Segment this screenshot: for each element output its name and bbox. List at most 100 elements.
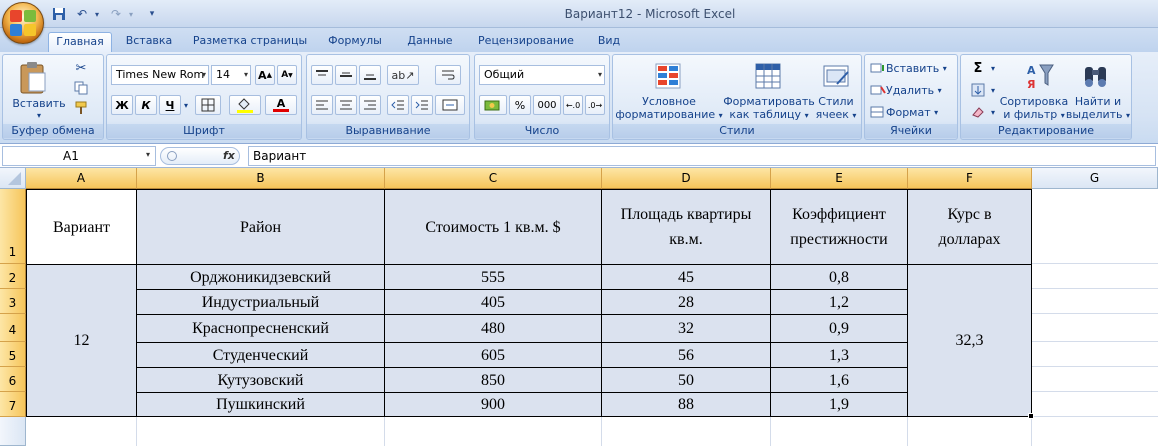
cell-a1[interactable]: Вариант [27,190,137,265]
find-select-dropdown-icon[interactable]: ▾ [1126,111,1130,120]
row-header-2[interactable]: 2 [0,264,26,289]
percent-button[interactable]: % [509,95,531,115]
table-cell[interactable]: 0,8 [771,265,908,290]
table-cell[interactable]: 605 [385,343,602,368]
decrease-indent-icon[interactable] [387,95,409,115]
table-cell[interactable]: 88 [602,393,771,417]
font-size-dropdown-icon[interactable]: ▾ [244,66,248,84]
table-cell[interactable]: Кутузовский [137,368,385,393]
name-box[interactable]: A1 [2,146,156,166]
sort-filter-icon[interactable]: АЯ [1023,59,1057,93]
format-painter-icon[interactable] [71,99,91,117]
cell-f2-merged[interactable]: 32,3 [908,265,1032,417]
merge-center-icon[interactable] [435,95,465,115]
increase-indent-icon[interactable] [411,95,433,115]
find-select-label-1[interactable]: Найти и [1065,95,1131,108]
tab-data[interactable]: Данные [400,32,460,52]
conditional-formatting-button[interactable]: форматирование ▾ [615,108,723,122]
underline-dropdown-icon[interactable]: ▾ [181,95,191,115]
delete-cells-dropdown-icon[interactable]: ▾ [938,86,942,95]
fill-dropdown-icon[interactable]: ▾ [989,81,997,99]
cell-styles-button[interactable]: ячеек ▾ [811,108,861,122]
table-cell[interactable]: 32 [602,315,771,343]
expand-formula-icon[interactable] [167,151,177,161]
table-cell[interactable]: 555 [385,265,602,290]
tab-formulas[interactable]: Формулы [322,32,388,52]
number-format-dropdown-icon[interactable]: ▾ [598,66,602,84]
cell-styles-icon[interactable] [819,59,853,93]
table-cell[interactable]: Пушкинский [137,393,385,417]
column-header-f[interactable]: F [908,168,1032,189]
tab-home[interactable]: Главная [48,32,112,53]
cell-e1[interactable]: Коэффициент престижности [771,190,908,265]
font-name-dropdown-icon[interactable]: ▾ [202,66,206,84]
cut-icon[interactable]: ✂ [71,59,91,77]
worksheet-grid[interactable]: A B C D E F G 1 2 3 4 5 6 7 Вариант Райо… [0,168,1158,446]
grow-font-icon[interactable]: A ▲ [255,65,275,85]
row-header-7[interactable]: 7 [0,392,26,417]
table-cell[interactable]: 1,2 [771,290,908,315]
tab-page-layout[interactable]: Разметка страницы [190,32,310,52]
table-cell[interactable]: 405 [385,290,602,315]
paste-icon[interactable] [13,59,53,97]
copy-icon[interactable] [71,79,91,97]
cell-b1[interactable]: Район [137,190,385,265]
format-as-table-button[interactable]: как таблицу ▾ [721,108,817,122]
conditional-formatting-label-1[interactable]: Условное [621,95,717,108]
row-header-3[interactable]: 3 [0,289,26,314]
formula-input[interactable]: Вариант [248,146,1156,166]
column-header-a[interactable]: A [26,168,137,189]
fill-icon[interactable] [965,81,991,99]
table-cell[interactable]: Орджоникидзевский [137,265,385,290]
row-header-1[interactable]: 1 [0,189,26,264]
table-cell[interactable]: Краснопресненский [137,315,385,343]
tab-insert[interactable]: Вставка [120,32,178,52]
sort-filter-button[interactable]: и фильтр ▾ [997,108,1071,122]
cell-styles-label-1[interactable]: Стили [811,95,861,108]
number-format-combo[interactable]: Общий ▾ [479,65,605,85]
column-header-c[interactable]: C [385,168,602,189]
clear-icon[interactable] [965,103,991,121]
clear-dropdown-icon[interactable]: ▾ [989,103,997,121]
paste-dropdown-icon[interactable]: ▾ [9,109,69,122]
borders-icon[interactable] [195,95,221,115]
office-button[interactable] [2,2,44,44]
table-cell[interactable]: 0,9 [771,315,908,343]
table-cell[interactable]: Студенческий [137,343,385,368]
sort-filter-label-1[interactable]: Сортировка [997,95,1071,108]
align-right-icon[interactable] [359,95,381,115]
underline-button[interactable]: Ч [159,95,181,115]
align-middle-icon[interactable] [335,65,357,85]
column-header-d[interactable]: D [602,168,771,189]
shrink-font-icon[interactable]: A ▼ [277,65,297,85]
column-header-b[interactable]: B [137,168,385,189]
align-top-icon[interactable] [311,65,333,85]
tab-view[interactable]: Вид [592,32,626,52]
increase-decimal-icon[interactable]: ←.0 [563,95,583,115]
format-cells-button[interactable]: Формат ▾ [869,103,955,121]
table-cell[interactable]: 1,3 [771,343,908,368]
thousands-button[interactable]: 000 [533,95,561,115]
orientation-icon[interactable]: ab↗ [387,65,419,85]
format-as-table-label-1[interactable]: Форматировать [721,95,817,108]
cell-f1[interactable]: Курс в долларах [908,190,1032,265]
delete-cells-button[interactable]: Удалить ▾ [869,81,955,99]
row-header-4[interactable]: 4 [0,314,26,342]
font-size-combo[interactable]: 14 ▾ [211,65,251,85]
wrap-text-icon[interactable] [435,65,461,85]
format-cells-dropdown-icon[interactable]: ▾ [934,108,938,117]
name-box-dropdown-icon[interactable]: ▾ [146,150,150,159]
align-bottom-icon[interactable] [359,65,381,85]
tab-review[interactable]: Рецензирование [472,32,580,52]
table-cell[interactable]: Индустриальный [137,290,385,315]
currency-icon[interactable] [479,95,507,115]
cell-a2-merged[interactable]: 12 [27,265,137,417]
italic-button[interactable]: К [135,95,157,115]
find-select-button[interactable]: выделить ▾ [1065,108,1131,122]
find-select-icon[interactable] [1079,59,1113,93]
table-cell[interactable]: 45 [602,265,771,290]
fill-color-icon[interactable] [229,95,261,115]
format-as-table-dropdown-icon[interactable]: ▾ [805,111,809,120]
table-cell[interactable]: 1,9 [771,393,908,417]
autosum-icon[interactable]: Σ [965,59,991,77]
